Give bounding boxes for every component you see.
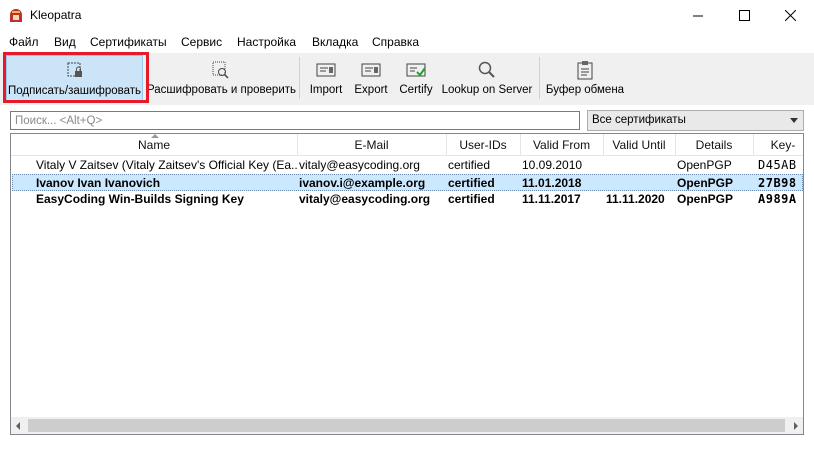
import-label: Import bbox=[309, 84, 343, 96]
cell-name: Vitaly V Zaitsev (Vitaly Zaitsev's Offic… bbox=[36, 158, 298, 172]
export-icon bbox=[361, 63, 381, 77]
cell-email: ivanov.i@example.org bbox=[299, 176, 426, 190]
certify-icon bbox=[406, 63, 426, 77]
certify-label: Certify bbox=[399, 84, 433, 96]
clipboard-icon bbox=[577, 61, 593, 80]
decrypt-verify-label: Расшифровать и проверить bbox=[147, 84, 297, 96]
col-details[interactable]: Details bbox=[675, 138, 753, 152]
lookup-server-label: Lookup on Server bbox=[441, 84, 533, 96]
scroll-right-icon[interactable] bbox=[794, 422, 798, 430]
col-valid-from[interactable]: Valid From bbox=[520, 138, 603, 152]
cell-details: OpenPGP bbox=[677, 176, 734, 190]
col-email[interactable]: E-Mail bbox=[297, 138, 446, 152]
decrypt-verify-button[interactable]: Расшифровать и проверить bbox=[147, 55, 297, 101]
cell-details: OpenPGP bbox=[677, 192, 734, 206]
cell-user-ids: certified bbox=[448, 176, 495, 190]
menu-tools[interactable]: Сервис bbox=[181, 35, 222, 49]
table-header: Name E-Mail User-IDs Valid From Valid Un… bbox=[11, 134, 803, 156]
menu-help[interactable]: Справка bbox=[372, 35, 419, 49]
cell-user-ids: certified bbox=[448, 192, 495, 206]
menu-certificates[interactable]: Сертификаты bbox=[90, 35, 167, 49]
search-field[interactable] bbox=[10, 111, 580, 130]
export-label: Export bbox=[354, 84, 388, 96]
scroll-left-icon[interactable] bbox=[16, 422, 20, 430]
search-icon bbox=[478, 61, 495, 78]
table-row-selected[interactable]: Ivanov Ivan Ivanovich ivanov.i@example.o… bbox=[12, 174, 803, 191]
certify-button[interactable]: Certify bbox=[396, 55, 436, 101]
col-key-id[interactable]: Key- bbox=[753, 138, 803, 152]
col-user-ids[interactable]: User-IDs bbox=[446, 138, 520, 152]
clipboard-button[interactable]: Буфер обмена bbox=[545, 55, 625, 101]
close-button[interactable] bbox=[767, 0, 813, 31]
export-button[interactable]: Export bbox=[350, 55, 392, 101]
menu-settings[interactable]: Настройка bbox=[237, 35, 296, 49]
import-icon bbox=[316, 63, 336, 77]
cell-valid-from: 11.11.2017 bbox=[522, 192, 581, 206]
title-bar: Kleopatra bbox=[0, 0, 814, 31]
minimize-icon bbox=[693, 15, 703, 16]
horizontal-scrollbar[interactable] bbox=[11, 417, 803, 434]
close-icon bbox=[784, 10, 796, 21]
certificate-filter-dropdown[interactable]: Все сертификаты bbox=[587, 110, 804, 131]
search-input[interactable] bbox=[11, 112, 579, 129]
filter-selected-value: Все сертификаты bbox=[592, 114, 686, 126]
cell-email: vitaly@easycoding.org bbox=[299, 192, 431, 206]
window-title: Kleopatra bbox=[30, 8, 82, 22]
menu-file[interactable]: Файл bbox=[9, 35, 39, 49]
toolbar-separator bbox=[539, 57, 540, 99]
col-name[interactable]: Name bbox=[11, 138, 297, 152]
cell-details: OpenPGP bbox=[677, 158, 732, 172]
lookup-server-button[interactable]: Lookup on Server bbox=[441, 55, 533, 101]
cell-key-id: D45AB bbox=[758, 158, 797, 172]
certificates-table: Name E-Mail User-IDs Valid From Valid Un… bbox=[10, 133, 804, 435]
menu-bar: Файл Вид Сертификаты Сервис Настройка Вк… bbox=[0, 31, 814, 53]
cell-key-id: 27B98 bbox=[758, 176, 797, 190]
col-valid-until[interactable]: Valid Until bbox=[603, 138, 675, 152]
menu-view[interactable]: Вид bbox=[54, 35, 76, 49]
chevron-down-icon bbox=[790, 118, 798, 123]
decrypt-verify-icon bbox=[212, 61, 229, 79]
cell-valid-from: 11.01.2018 bbox=[522, 176, 582, 190]
cell-key-id: A989A bbox=[758, 192, 797, 206]
cell-email: vitaly@easycoding.org bbox=[299, 158, 420, 172]
table-row[interactable]: EasyCoding Win-Builds Signing Key vitaly… bbox=[12, 191, 803, 208]
cell-valid-until: 11.11.2020 bbox=[606, 192, 665, 206]
clipboard-label: Буфер обмена bbox=[545, 84, 625, 96]
toolbar-separator bbox=[299, 57, 300, 99]
import-button[interactable]: Import bbox=[305, 55, 347, 101]
cell-user-ids: certified bbox=[448, 158, 491, 172]
cell-name: EasyCoding Win-Builds Signing Key bbox=[36, 192, 244, 206]
kleopatra-app-icon bbox=[10, 9, 22, 22]
cell-name: Ivanov Ivan Ivanovich bbox=[36, 176, 161, 190]
maximize-icon bbox=[738, 10, 750, 21]
highlight-annotation bbox=[3, 52, 149, 103]
cell-valid-from: 10.09.2010 bbox=[522, 158, 583, 172]
menu-tab[interactable]: Вкладка bbox=[312, 35, 358, 49]
scrollbar-thumb[interactable] bbox=[28, 419, 785, 432]
table-row[interactable]: Vitaly V Zaitsev (Vitaly Zaitsev's Offic… bbox=[12, 157, 803, 174]
minimize-button[interactable] bbox=[675, 0, 721, 31]
maximize-button[interactable] bbox=[721, 0, 767, 31]
